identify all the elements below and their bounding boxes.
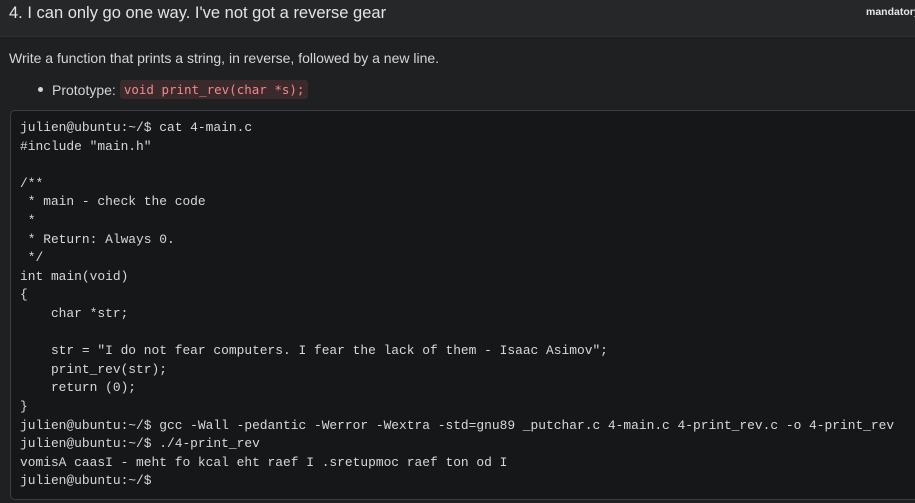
task-description: Write a function that prints a string, i… [9, 50, 440, 66]
task-header: 4. I can only go one way. I've not got a… [0, 0, 915, 37]
mandatory-badge: mandatory [866, 6, 915, 18]
prototype-code: void print_rev(char *s); [119, 80, 309, 99]
terminal-code-block: julien@ubuntu:~/$ cat 4-main.c #include … [10, 110, 915, 500]
bullet-icon [38, 87, 43, 92]
terminal-output: julien@ubuntu:~/$ cat 4-main.c #include … [20, 120, 895, 489]
task-title: 4. I can only go one way. I've not got a… [9, 4, 387, 22]
prototype-label: Prototype: [52, 81, 116, 98]
prototype-list-item: Prototype: void print_rev(char *s); [36, 80, 309, 99]
